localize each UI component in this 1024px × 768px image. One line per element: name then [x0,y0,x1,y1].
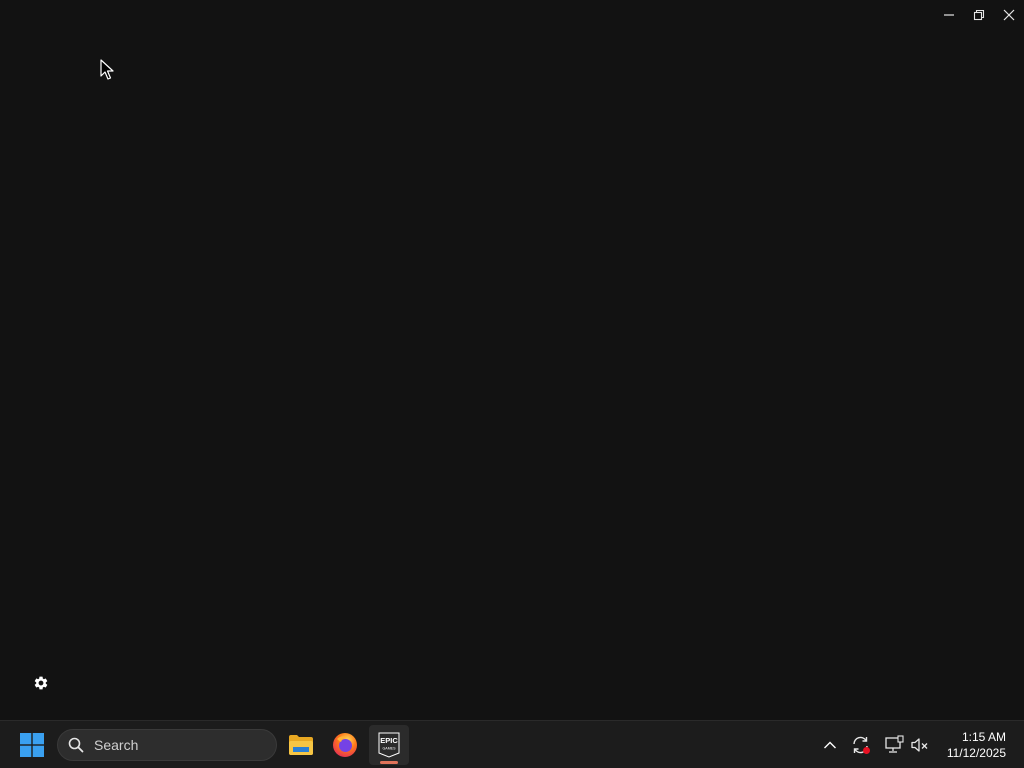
file-explorer-icon [289,735,313,755]
taskbar-clock[interactable]: 1:15 AM 11/12/2025 [947,729,1006,761]
close-icon [1003,9,1015,21]
window-controls [934,0,1024,30]
minimize-icon [944,14,954,16]
clock-time: 1:15 AM [961,730,1006,744]
restore-icon [973,9,985,21]
close-button[interactable] [994,0,1024,30]
active-app-indicator [380,761,398,764]
taskbar: Search EPIC GAMES 1:15 AM 11/12/2025 [0,720,1024,768]
search-icon [68,737,84,753]
search-placeholder: Search [94,737,139,753]
network-tray-button[interactable] [882,733,906,757]
taskbar-search[interactable]: Search [57,729,277,761]
epic-logo-sub: GAMES [383,747,397,751]
epic-games-launcher-icon: EPIC GAMES [378,732,400,758]
mouse-cursor-icon [100,59,114,80]
volume-muted-icon [911,738,928,752]
settings-button[interactable] [30,672,52,694]
minimize-button[interactable] [934,0,964,30]
update-tray-button[interactable] [849,733,873,757]
file-explorer-button[interactable] [281,725,321,765]
windows-logo-icon [20,733,44,757]
show-hidden-icons-button[interactable] [818,733,842,757]
firefox-icon [333,733,357,757]
restore-button[interactable] [964,0,994,30]
epic-games-launcher-button[interactable]: EPIC GAMES [369,725,409,765]
chevron-up-icon [824,741,836,749]
gear-icon [34,676,48,690]
epic-games-launcher-window [0,0,1024,720]
epic-logo-text: EPIC [380,736,398,745]
clock-date: 11/12/2025 [946,746,1006,760]
volume-tray-button[interactable] [908,733,932,757]
network-icon [885,735,904,753]
firefox-button[interactable] [325,725,365,765]
start-button[interactable] [12,725,52,765]
sync-alert-icon [853,736,870,754]
